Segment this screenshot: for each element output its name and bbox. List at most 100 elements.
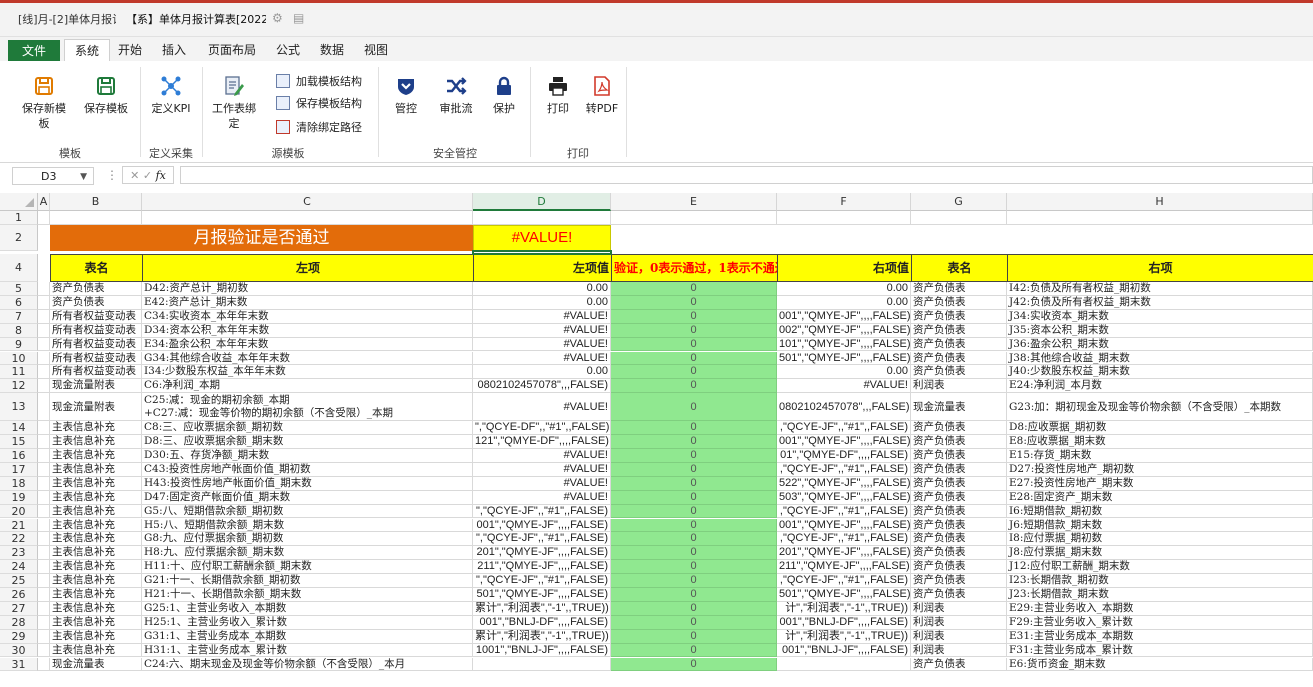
cell-b[interactable]: 主表信息补充 <box>50 462 142 477</box>
column-header-d[interactable]: D <box>473 193 611 211</box>
doc-tab-2[interactable]: 【系】单体月报计算表[20221208025 <box>126 10 266 30</box>
empty-cell[interactable] <box>473 211 611 225</box>
cell-b[interactable]: 主表信息补充 <box>50 588 142 602</box>
empty-cell[interactable] <box>38 657 50 672</box>
cell-d[interactable]: 累计","利润表","-1",,TRUE)) <box>473 601 611 616</box>
column-header-e[interactable]: E <box>611 193 777 211</box>
tab-page-layout[interactable]: 页面布局 <box>202 39 262 61</box>
cell-g[interactable]: 利润表 <box>911 629 1007 644</box>
cell-h[interactable]: E15:存货_期末数 <box>1007 449 1313 463</box>
cell-d[interactable]: #VALUE! <box>473 351 611 366</box>
cell-g[interactable]: 资产负债表 <box>911 351 1007 366</box>
empty-cell[interactable] <box>777 211 911 225</box>
bind-worksheet-button[interactable]: 工作表绑定 <box>212 75 256 131</box>
cell-c[interactable]: G5:八、短期借款余额_期初数 <box>142 504 473 519</box>
row-header[interactable]: 31 <box>0 657 38 672</box>
empty-cell[interactable] <box>38 532 50 547</box>
cell-f[interactable]: ,"QCYE-JF",,"#1",,FALSE) <box>777 462 911 477</box>
empty-cell[interactable] <box>38 615 50 630</box>
cell-c[interactable]: E42:资产总计_期末数 <box>142 295 473 310</box>
cell-b[interactable]: 主表信息补充 <box>50 629 142 644</box>
cell-e[interactable]: 0 <box>611 546 777 561</box>
cell-h[interactable]: J6:短期借款_期末数 <box>1007 518 1313 533</box>
empty-cell[interactable] <box>38 643 50 658</box>
cell-b[interactable]: 主表信息补充 <box>50 421 142 436</box>
cell-c[interactable]: D8:三、应收票据余额_期末数 <box>142 435 473 449</box>
cell-b[interactable]: 主表信息补充 <box>50 532 142 547</box>
cell-e[interactable]: 0 <box>611 309 777 324</box>
cell-h[interactable]: E27:投资性房地产_期末数 <box>1007 476 1313 491</box>
save-template-button[interactable]: 保存模板 <box>80 75 132 116</box>
cell-g[interactable]: 利润表 <box>911 615 1007 630</box>
cell-e[interactable]: 0 <box>611 490 777 505</box>
cell-h[interactable]: E24:净利润_本月数 <box>1007 379 1313 394</box>
cell-d[interactable]: #VALUE! <box>473 337 611 352</box>
cell-c[interactable]: G31:1、主营业务成本_本期数 <box>142 629 473 644</box>
cell-d[interactable]: 001","BNLJ-DF",,,,FALSE) <box>473 615 611 630</box>
cell-c[interactable]: G25:1、主营业务收入_本期数 <box>142 601 473 616</box>
cell-e[interactable]: 0 <box>611 615 777 630</box>
cell-e[interactable]: 0 <box>611 574 777 588</box>
empty-cell[interactable] <box>38 295 50 310</box>
column-header-g[interactable]: G <box>911 193 1007 211</box>
cell-c[interactable]: C43:投资性房地产帐面价值_期初数 <box>142 462 473 477</box>
cancel-icon[interactable]: ✕ <box>130 169 139 182</box>
cell-e[interactable]: 0 <box>611 532 777 547</box>
cell-g[interactable]: 资产负债表 <box>911 295 1007 310</box>
cell-b[interactable]: 主表信息补充 <box>50 643 142 658</box>
tab-file[interactable]: 文件 <box>8 40 60 61</box>
save-structure-button[interactable]: 保存模板结构 <box>276 95 362 113</box>
column-header-b[interactable]: B <box>50 193 142 211</box>
cell-c[interactable]: G8:九、应付票据余额_期初数 <box>142 532 473 547</box>
empty-cell[interactable] <box>38 309 50 324</box>
cell-b[interactable]: 所有者权益变动表 <box>50 323 142 338</box>
empty-cell[interactable] <box>38 323 50 338</box>
cell-g[interactable]: 资产负债表 <box>911 490 1007 505</box>
cell-h[interactable]: J8:应付票据_期末数 <box>1007 546 1313 561</box>
tab-view[interactable]: 视图 <box>358 39 394 61</box>
cell-g[interactable]: 现金流量表 <box>911 393 1007 422</box>
validation-result-cell[interactable]: #VALUE! <box>473 225 611 251</box>
empty-cell[interactable] <box>38 351 50 366</box>
empty-cell[interactable] <box>38 518 50 533</box>
cell-c[interactable]: H8:九、应付票据余额_期末数 <box>142 546 473 561</box>
cell-d[interactable]: 0.00 <box>473 282 611 296</box>
cell-h[interactable]: J35:资本公积_期末数 <box>1007 323 1313 338</box>
cell-d[interactable]: #VALUE! <box>473 393 611 422</box>
cell-g[interactable]: 利润表 <box>911 643 1007 658</box>
cell-h[interactable]: I42:负债及所有者权益_期初数 <box>1007 282 1313 296</box>
cell-b[interactable]: 现金流量附表 <box>50 393 142 422</box>
cell-b[interactable]: 现金流量表 <box>50 657 142 672</box>
row-header[interactable]: 15 <box>0 435 38 449</box>
row-header[interactable]: 25 <box>0 574 38 588</box>
cell-h[interactable]: F31:主营业务成本_累计数 <box>1007 643 1313 658</box>
cell-e[interactable]: 0 <box>611 588 777 602</box>
cell-d[interactable]: #VALUE! <box>473 462 611 477</box>
cell-e[interactable]: 0 <box>611 337 777 352</box>
empty-cell[interactable] <box>38 476 50 491</box>
cell-g[interactable]: 资产负债表 <box>911 449 1007 463</box>
formula-buttons[interactable]: ✕ ✓ fx <box>122 166 174 184</box>
empty-cell[interactable] <box>38 449 50 463</box>
row-header[interactable]: 21 <box>0 518 38 533</box>
cell-d[interactable]: ","QCYE-JF",,"#1",,FALSE) <box>473 504 611 519</box>
empty-cell[interactable] <box>38 435 50 449</box>
cell-f[interactable]: 001","QMYE-JF",,,,FALSE) <box>777 518 911 533</box>
cell-b[interactable]: 主表信息补充 <box>50 560 142 575</box>
empty-cell[interactable] <box>38 365 50 380</box>
cell-f[interactable]: ,"QCYE-JF",,"#1",,FALSE) <box>777 574 911 588</box>
cell-b[interactable]: 主表信息补充 <box>50 449 142 463</box>
cell-d[interactable]: 0.00 <box>473 365 611 380</box>
empty-cell[interactable] <box>38 421 50 436</box>
empty-cell[interactable] <box>38 601 50 616</box>
empty-cell[interactable] <box>50 211 142 225</box>
cell-e[interactable]: 0 <box>611 323 777 338</box>
cell-g[interactable]: 资产负债表 <box>911 546 1007 561</box>
cell-h[interactable]: J36:盈余公积_期末数 <box>1007 337 1313 352</box>
cell-e[interactable]: 0 <box>611 351 777 366</box>
cell-b[interactable]: 所有者权益变动表 <box>50 337 142 352</box>
cell-g[interactable]: 资产负债表 <box>911 560 1007 575</box>
doc-tab-1[interactable]: [线]月-[2]单体月报计算 <box>18 10 116 30</box>
row-header[interactable]: 10 <box>0 351 38 366</box>
cell-d[interactable]: 0802102457078",,,FALSE) <box>473 379 611 394</box>
